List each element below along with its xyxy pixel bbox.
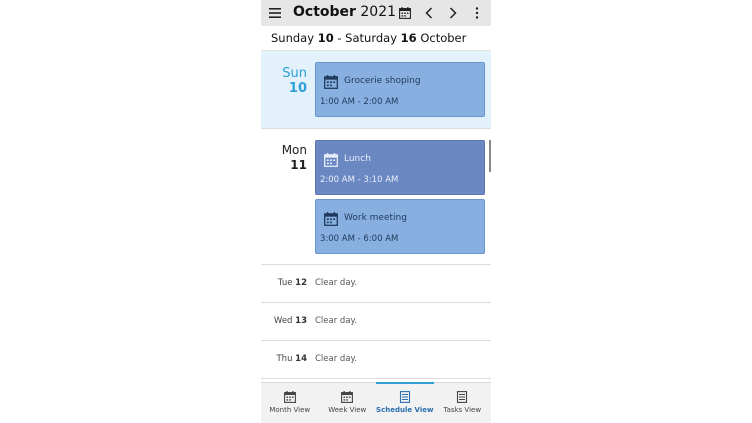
day-number: 12 [295,278,307,288]
day-number: 13 [295,316,307,326]
clear-day-text: Clear day. [315,354,358,364]
clear-day-row[interactable]: Thu 14 Clear day. [261,341,491,379]
calendar-icon [283,391,296,403]
nav-label: Week View [328,406,367,414]
more-options-button[interactable] [469,4,485,22]
nav-label: Tasks View [443,406,482,414]
day-name: Wed [273,316,293,326]
day-label: Tue 12 [278,278,307,288]
event-card[interactable]: Grocerie shoping 1:00 AM - 2:00 AM [315,62,485,117]
nav-schedule-view[interactable]: Schedule View [376,382,434,423]
calendar-icon [399,7,411,19]
event-title: Work meeting [344,213,407,223]
scrollbar-thumb[interactable] [489,140,491,172]
calendar-icon [324,75,338,89]
more-vertical-icon [475,7,479,19]
nav-month-view[interactable]: Month View [261,383,319,423]
range-start-num: 10 [317,31,334,45]
day-label: Mon 11 [282,143,307,173]
bottom-navigation: Month View Week View Schedule View Tasks… [261,382,491,423]
calendar-picker-button[interactable] [397,5,413,21]
app-screen: October 2021 Sunday 10 - Saturday 16 Oct… [261,0,491,423]
day-label: Thu 14 [276,354,307,364]
nav-label: Month View [269,406,311,414]
day-name: Sun [282,66,307,81]
calendar-icon [324,153,338,167]
range-separator: - [337,31,342,45]
nav-tasks-view[interactable]: Tasks View [434,383,492,423]
week-range: Sunday 10 - Saturday 16 October [261,26,491,51]
calendar-icon [341,391,354,403]
event-time: 1:00 AM - 2:00 AM [320,97,399,107]
previous-week-button[interactable] [421,4,437,22]
chevron-left-icon [425,7,433,19]
range-end-num: 16 [400,31,417,45]
event-title: Grocerie shoping [344,76,421,86]
day-label: Wed 13 [274,316,307,326]
next-week-button[interactable] [445,4,461,22]
day-label: Sun 10 [282,67,307,97]
event-card[interactable]: Lunch 2:00 AM - 3:10 AM [315,140,485,195]
title-month: October [293,4,356,20]
range-month: October [420,31,467,45]
hamburger-icon [269,8,281,18]
event-time: 3:00 AM - 6:00 AM [320,234,399,244]
list-icon [457,391,468,403]
top-app-bar: October 2021 [261,0,491,26]
calendar-icon [324,212,338,226]
clear-day-row[interactable]: Tue 12 Clear day. [261,265,491,303]
range-start-day: Sunday [271,31,315,45]
menu-button[interactable] [267,5,283,21]
nav-label: Schedule View [376,406,434,414]
chevron-right-icon [449,7,457,19]
day-name: Tue [277,278,293,288]
page-title: October 2021 [293,4,396,20]
event-card[interactable]: Work meeting 3:00 AM - 6:00 AM [315,199,485,254]
day-name: Thu [276,354,293,364]
event-title: Lunch [344,154,371,164]
day-section-sun: Sun 10 Grocerie shoping 1:00 AM - 2:00 A… [261,51,491,129]
day-name: Mon [281,143,307,157]
event-time: 2:00 AM - 3:10 AM [320,175,399,185]
nav-week-view[interactable]: Week View [319,383,377,423]
day-number: 10 [288,81,307,96]
clear-day-text: Clear day. [315,278,358,288]
range-end-day: Saturday [345,31,397,45]
clear-day-text: Clear day. [315,316,358,326]
title-year: 2021 [360,4,397,20]
schedule-list-icon [399,391,410,403]
day-number: 14 [295,354,307,364]
day-number: 11 [290,158,307,172]
clear-day-row[interactable]: Wed 13 Clear day. [261,303,491,341]
day-section-mon: Mon 11 Lunch 2:00 AM - 3:10 AM Work meet… [261,129,491,265]
